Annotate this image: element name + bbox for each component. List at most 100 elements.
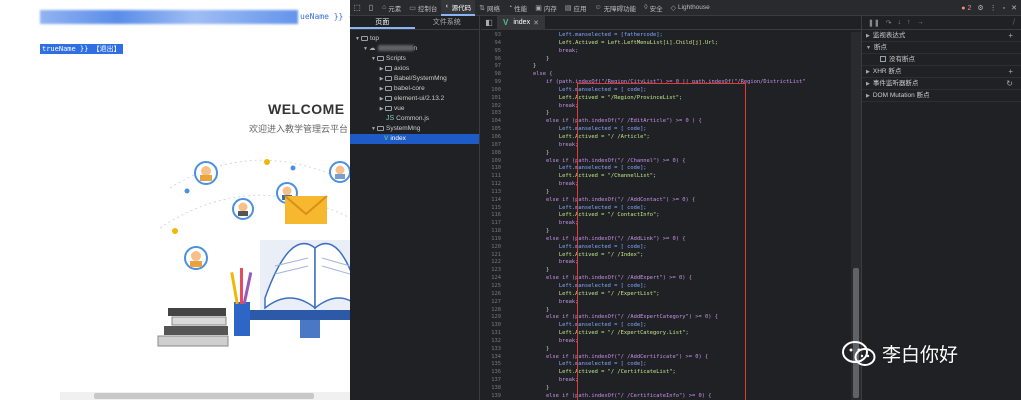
tree-item-host[interactable]: ▼☁ n <box>350 44 479 54</box>
line-number[interactable]: 136 <box>481 369 507 377</box>
step-into-icon[interactable]: ↓ <box>898 19 902 26</box>
tab-sources[interactable]: ◐ 源代码 <box>441 0 476 16</box>
error-count-badge[interactable]: ● 2 <box>961 5 971 12</box>
dock-icon[interactable]: ▫ <box>1003 5 1005 12</box>
tree-item-vue[interactable]: ▶ vue <box>350 104 479 114</box>
code-line[interactable]: 110 Left.manselected = [ code]; <box>481 165 849 173</box>
tab-filesystem[interactable]: 文件系统 <box>415 16 480 29</box>
line-number[interactable]: 125 <box>481 283 507 291</box>
code-line[interactable]: 138 } <box>481 385 849 393</box>
line-number[interactable]: 97 <box>481 63 507 71</box>
line-number[interactable]: 106 <box>481 134 507 142</box>
tab-performance[interactable]: ◔ 性能 <box>504 0 531 16</box>
code-line[interactable]: 116 Left.Actived = "/ ContactInfo"; <box>481 212 849 220</box>
code-line[interactable]: 95 break; <box>481 48 849 56</box>
code-content[interactable]: 93 Left.manselected = [fathercode]; 94 Le… <box>481 32 849 400</box>
line-number[interactable]: 96 <box>481 56 507 64</box>
tree-item-common-js[interactable]: JS Common.js <box>350 114 479 124</box>
line-number[interactable]: 113 <box>481 189 507 197</box>
line-number[interactable]: 102 <box>481 103 507 111</box>
code-line[interactable]: 109 else if (path.indexOf("/ /Channel") … <box>481 158 849 166</box>
line-number[interactable]: 101 <box>481 95 507 103</box>
code-line[interactable]: 108 } <box>481 150 849 158</box>
code-line[interactable]: 137 break; <box>481 377 849 385</box>
code-line[interactable]: 127 break; <box>481 299 849 307</box>
code-line[interactable]: 106 Left.Actived = "/ /Article"; <box>481 134 849 142</box>
line-number[interactable]: 128 <box>481 307 507 315</box>
code-line[interactable]: 102 break; <box>481 103 849 111</box>
code-line[interactable]: 100 Left.manselected = [ code]; <box>481 87 849 95</box>
tab-network[interactable]: ⇅ 网络 <box>475 0 504 16</box>
line-number[interactable]: 118 <box>481 228 507 236</box>
line-number[interactable]: 135 <box>481 361 507 369</box>
line-number[interactable]: 124 <box>481 275 507 283</box>
line-number[interactable]: 121 <box>481 252 507 260</box>
add-icon[interactable]: + <box>1008 66 1013 78</box>
no-breakpoints-item[interactable]: 没有断点 <box>862 54 1021 66</box>
tab-security[interactable]: ◊ 安全 <box>640 0 666 16</box>
code-line[interactable]: 103 } <box>481 110 849 118</box>
tab-accessibility[interactable]: ☺ 无障碍功能 <box>590 0 640 16</box>
editor-tab-index[interactable]: V index ✕ <box>497 15 545 30</box>
close-icon[interactable]: ✕ <box>1011 4 1017 12</box>
line-number[interactable]: 98 <box>481 71 507 79</box>
line-number[interactable]: 126 <box>481 291 507 299</box>
line-number[interactable]: 114 <box>481 197 507 205</box>
checkbox[interactable] <box>880 56 886 63</box>
line-number[interactable]: 94 <box>481 40 507 48</box>
line-number[interactable]: 127 <box>481 299 507 307</box>
code-line[interactable]: 105 Left.manselected = [ code]; <box>481 126 849 134</box>
tree-item-scripts[interactable]: ▼ Scripts <box>350 54 479 64</box>
code-line[interactable]: 128 } <box>481 307 849 315</box>
section-event-listener-breakpoints[interactable]: ▶ 事件监听器断点 ↻ <box>862 78 1021 90</box>
section-dom-breakpoints[interactable]: ▶ DOM Mutation 断点 <box>862 90 1021 102</box>
line-number[interactable]: 120 <box>481 244 507 252</box>
tree-item-element-ui[interactable]: ▶ element-ui/2.13.2 <box>350 94 479 104</box>
code-line[interactable]: 129 else if (path.indexOf("/ /AddExpertC… <box>481 314 849 322</box>
horizontal-scrollbar[interactable] <box>60 392 350 400</box>
code-line[interactable]: 107 break; <box>481 142 849 150</box>
step-icon[interactable]: → <box>917 19 924 26</box>
device-toggle-icon[interactable]: ▯ <box>364 0 378 16</box>
code-line[interactable]: 114 else if (path.indexOf("/ /AddContact… <box>481 197 849 205</box>
line-number[interactable]: 99 <box>481 79 507 87</box>
code-line[interactable]: 118 } <box>481 228 849 236</box>
section-xhr-breakpoints[interactable]: ▶ XHR 断点 + <box>862 66 1021 78</box>
tree-item-babel-core[interactable]: ▶ babel-core <box>350 84 479 94</box>
line-number[interactable]: 115 <box>481 205 507 213</box>
more-icon[interactable]: ⋮ <box>990 4 997 12</box>
line-number[interactable]: 104 <box>481 118 507 126</box>
line-number[interactable]: 119 <box>481 236 507 244</box>
tree-item-babel-systemmng[interactable]: ▶ Babel/SystemMng <box>350 74 479 84</box>
code-line[interactable]: 131 Left.Actived = "/ /ExpertCategory.Li… <box>481 330 849 338</box>
line-number[interactable]: 109 <box>481 158 507 166</box>
line-number[interactable]: 139 <box>481 393 507 400</box>
code-line[interactable]: 132 break; <box>481 338 849 346</box>
tab-page[interactable]: 页面 <box>350 16 415 29</box>
line-number[interactable]: 130 <box>481 322 507 330</box>
code-line[interactable]: 93 Left.manselected = [fathercode]; <box>481 32 849 40</box>
line-number[interactable]: 134 <box>481 354 507 362</box>
code-line[interactable]: 136 Left.Actived = "/ /CertificateList"; <box>481 369 849 377</box>
line-number[interactable]: 110 <box>481 165 507 173</box>
code-line[interactable]: 101 Left.Actived = "/Region/ProvinceList… <box>481 95 849 103</box>
line-number[interactable]: 111 <box>481 173 507 181</box>
line-number[interactable]: 132 <box>481 338 507 346</box>
code-line[interactable]: 124 else if (path.indexOf("/ /AddExpert"… <box>481 275 849 283</box>
close-icon[interactable]: ✕ <box>533 19 539 27</box>
line-number[interactable]: 131 <box>481 330 507 338</box>
code-line[interactable]: 99 if (path.indexOf("/Region/CityList") … <box>481 79 849 87</box>
tab-elements[interactable]: ⌂ 元素 <box>378 0 405 16</box>
line-number[interactable]: 138 <box>481 385 507 393</box>
code-line[interactable]: 133 } <box>481 346 849 354</box>
code-line[interactable]: 111 Left.Actived = "/ChannelList"; <box>481 173 849 181</box>
refresh-icon[interactable]: ↻ <box>1006 78 1013 90</box>
code-line[interactable]: 115 Left.manselected = [ code]; <box>481 205 849 213</box>
line-number[interactable]: 105 <box>481 126 507 134</box>
line-number[interactable]: 93 <box>481 32 507 40</box>
tree-item-systemmng[interactable]: ▼ SystemMng <box>350 124 479 134</box>
code-line[interactable]: 134 else if (path.indexOf("/ /AddCertifi… <box>481 354 849 362</box>
section-watch[interactable]: ▶ 监视表达式 + <box>862 30 1021 42</box>
tab-console[interactable]: ▭ 控制台 <box>405 0 441 16</box>
sidebar-toggle-icon[interactable]: ◧ <box>481 18 497 27</box>
